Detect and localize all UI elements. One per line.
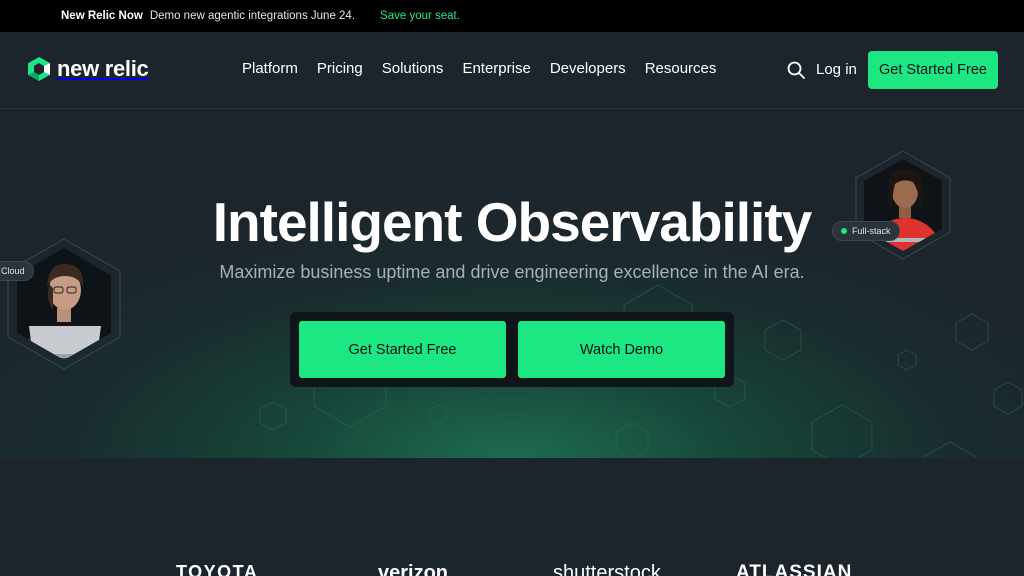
avatar-developer-laptop <box>7 238 121 370</box>
tag-full-stack-label: Full-stack <box>852 226 891 236</box>
hero-section: Intelligent Observability Maximize busin… <box>0 110 1024 458</box>
watch-demo-button[interactable]: Watch Demo <box>518 321 725 378</box>
tag-cloud: Cloud <box>0 261 34 281</box>
customer-logo-verizon: verizon <box>378 562 449 576</box>
nav-menu: Platform Pricing Solutions Enterprise De… <box>242 60 716 77</box>
nav-item-resources[interactable]: Resources <box>645 60 717 77</box>
logo-wordmark: new relic <box>57 56 149 81</box>
announcement-brand: New Relic Now <box>61 10 143 22</box>
avatar-developer-red-shirt <box>855 150 951 260</box>
new-relic-logo[interactable]: new relic <box>27 56 149 82</box>
new-relic-logo-mark-icon <box>28 57 50 81</box>
nav-item-enterprise[interactable]: Enterprise <box>462 60 530 77</box>
customer-logo-atlassian: ATLASSIAN <box>736 562 853 576</box>
save-seat-link[interactable]: Save your seat. <box>380 10 460 22</box>
nav-item-solutions[interactable]: Solutions <box>382 60 444 77</box>
customer-logo-shutterstock: shutterstock <box>553 562 661 576</box>
announcement-bar: New Relic Now Demo new agentic integrati… <box>0 0 1024 32</box>
get-started-free-nav-button[interactable]: Get Started Free <box>868 51 998 89</box>
nav-item-developers[interactable]: Developers <box>550 60 626 77</box>
announcement-message: Demo new agentic integrations June 24. <box>149 10 356 22</box>
login-link[interactable]: Log in <box>816 61 857 78</box>
tag-full-stack: Full-stack <box>832 221 900 241</box>
customer-logo-toyota: TOYOTA <box>176 562 259 576</box>
status-dot-icon <box>841 228 847 234</box>
hero-cta-group: Get Started Free Watch Demo <box>290 312 734 387</box>
nav-item-pricing[interactable]: Pricing <box>317 60 363 77</box>
get-started-free-button[interactable]: Get Started Free <box>299 321 506 378</box>
main-nav: new relic Platform Pricing Solutions Ent… <box>0 32 1024 109</box>
search-icon[interactable] <box>787 61 805 79</box>
tag-cloud-label: Cloud <box>1 266 25 276</box>
nav-item-platform[interactable]: Platform <box>242 60 298 77</box>
customer-logos: TOYOTA verizon shutterstock ATLASSIAN <box>0 458 1024 576</box>
hero-subtitle: Maximize business uptime and drive engin… <box>219 262 805 282</box>
